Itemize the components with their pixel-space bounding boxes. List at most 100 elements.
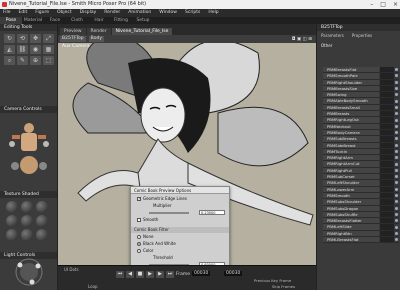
room-fitting[interactable]: Fitting (110, 17, 132, 24)
morph-brush-icon[interactable]: ✎ (17, 56, 28, 65)
parameter-key-icon[interactable] (395, 143, 398, 147)
parameter-dial[interactable] (380, 111, 394, 117)
camera-icon[interactable]: ◘ ▣ ◫ ⊞ (292, 37, 312, 42)
display-style-ball-4[interactable] (6, 215, 18, 227)
parameter-key-icon[interactable] (395, 175, 398, 179)
display-style-ball-2[interactable] (21, 201, 33, 213)
stop-icon[interactable]: ■ (136, 271, 144, 278)
room-material[interactable]: Material (22, 17, 44, 24)
first-frame-icon[interactable]: ⏮ (116, 271, 124, 278)
parameter-key-icon[interactable] (395, 87, 398, 91)
end-frame-field[interactable]: 00030 (224, 271, 243, 276)
parameter-dial[interactable] (380, 148, 394, 155)
parameter-key-icon[interactable] (395, 162, 398, 166)
parameter-key-icon[interactable] (395, 194, 398, 198)
parameter-key-icon[interactable] (395, 137, 398, 141)
scale-tool-icon[interactable]: ⤢ (43, 34, 54, 43)
menu-figure[interactable]: Figure (35, 9, 49, 17)
translate-tool-icon[interactable]: ✥ (30, 34, 41, 43)
twist-tool-icon[interactable]: ⟲ (17, 34, 28, 43)
last-frame-icon[interactable]: ⏭ (166, 271, 174, 278)
parameter-dial[interactable] (380, 104, 394, 111)
parameter-dial[interactable] (380, 218, 394, 224)
parameter-key-icon[interactable] (395, 225, 398, 229)
parameter-dial[interactable] (380, 123, 394, 129)
parameter-dial[interactable] (380, 180, 394, 186)
tab-preview[interactable]: Preview (60, 28, 86, 35)
part-select[interactable]: Body (88, 36, 105, 42)
parameter-key-icon[interactable] (395, 150, 398, 153)
chain-break-icon[interactable]: ⛓ (17, 45, 28, 54)
tab-render[interactable]: Render (86, 28, 111, 35)
display-style-ball-1[interactable] (6, 201, 18, 213)
menu-window[interactable]: Window (159, 9, 177, 17)
parameter-dial[interactable] (380, 224, 394, 230)
rotate-tool-icon[interactable]: ↻ (4, 34, 15, 43)
display-style-ball-9[interactable] (36, 229, 48, 241)
multiplier-field[interactable]: 0.23000 (199, 210, 225, 215)
parameter-key-icon[interactable] (395, 124, 398, 128)
room-setup[interactable]: Setup (132, 17, 154, 24)
direct-manipulation-icon[interactable]: ⊕ (30, 56, 41, 65)
menu-help[interactable]: Help (208, 9, 218, 17)
menu-display[interactable]: Display (80, 9, 97, 17)
color-tool-icon[interactable]: ◉ (30, 45, 41, 54)
parameter-dial[interactable] (380, 192, 394, 199)
display-style-ball-7[interactable] (6, 229, 18, 241)
parameter-key-icon[interactable] (395, 118, 398, 122)
menu-render[interactable]: Render (104, 9, 120, 17)
maximize-icon[interactable]: □ (380, 0, 386, 9)
parameter-key-icon[interactable] (395, 112, 398, 116)
step-back-icon[interactable]: ◀ (126, 271, 134, 278)
parameter-key-icon[interactable] (395, 80, 398, 84)
parameter-dial[interactable] (380, 174, 394, 180)
frame-field[interactable]: 00030 (192, 271, 211, 276)
parameter-row[interactable]: PBMLBreastsFlat (323, 237, 399, 244)
room-cloth[interactable]: Cloth (66, 17, 88, 24)
room-face[interactable]: Face (44, 17, 66, 24)
tab-properties[interactable]: Properties (352, 33, 372, 38)
parameter-key-icon[interactable] (395, 181, 398, 185)
parameter-key-icon[interactable] (395, 187, 398, 191)
parameter-key-icon[interactable] (395, 131, 398, 135)
filter-bw-radio[interactable] (137, 241, 141, 246)
parameter-dial[interactable] (380, 199, 394, 205)
menu-file[interactable]: File (3, 9, 11, 17)
parameter-key-icon[interactable] (395, 105, 398, 109)
parameter-key-icon[interactable] (395, 212, 398, 216)
parameter-dial[interactable] (380, 85, 394, 92)
figure-select[interactable]: B25TFTop (60, 36, 86, 42)
room-hair[interactable]: Hair (88, 17, 110, 24)
parameter-dial[interactable] (380, 142, 394, 148)
minimize-icon[interactable]: – (370, 0, 373, 9)
menu-object[interactable]: Object (57, 9, 72, 17)
light-sphere-control[interactable] (10, 256, 48, 288)
parameter-dial[interactable] (380, 73, 394, 79)
parameter-dial[interactable] (380, 167, 394, 174)
parameter-key-icon[interactable] (395, 219, 398, 223)
menu-scripts[interactable]: Scripts (185, 9, 200, 17)
loop-label[interactable]: Loop (88, 284, 98, 289)
step-forward-icon[interactable]: ▶ (156, 271, 164, 278)
view-magnifier-icon[interactable]: ⌕ (4, 56, 15, 65)
parameter-dial[interactable] (380, 161, 394, 167)
parameter-key-icon[interactable] (395, 200, 398, 204)
menu-animation[interactable]: Animation (128, 9, 151, 17)
parameter-dial[interactable] (380, 205, 394, 211)
previous-key-frame-label[interactable]: Previous Key Frame (254, 278, 291, 283)
selection-tool-icon[interactable]: ⬚ (43, 56, 54, 65)
parameter-key-icon[interactable] (395, 238, 398, 242)
display-style-ball-6[interactable] (36, 215, 48, 227)
grouping-tool-icon[interactable]: ▦ (43, 45, 54, 54)
tab-document[interactable]: Nivene_Tutorial_File_lse (111, 28, 173, 35)
multiplier-slider[interactable] (149, 211, 189, 214)
parameter-dial[interactable] (380, 237, 394, 243)
parameter-key-icon[interactable] (395, 168, 398, 172)
parameter-dial[interactable] (380, 129, 394, 136)
room-pose[interactable]: Pose (0, 17, 22, 24)
taper-tool-icon[interactable]: ◭ (4, 45, 15, 54)
smooth-checkbox[interactable] (137, 217, 141, 222)
parameter-key-icon[interactable] (395, 206, 398, 210)
menu-edit[interactable]: Edit (19, 9, 28, 17)
parameter-dial[interactable] (380, 211, 394, 218)
